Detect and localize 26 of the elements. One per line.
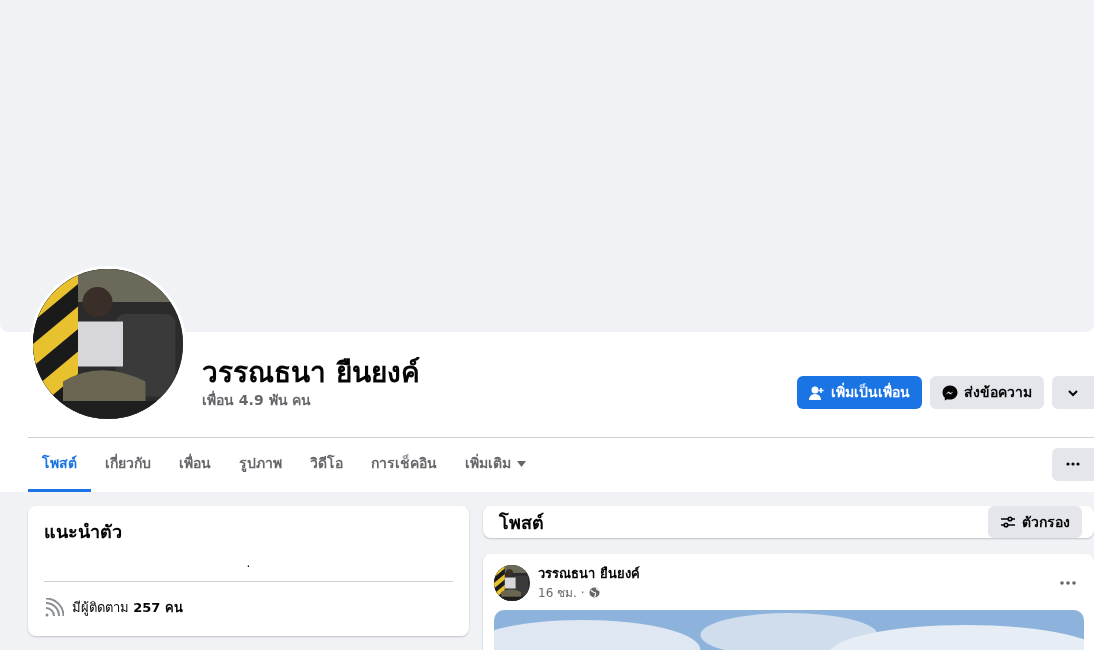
card-title: โพสต์ <box>499 510 544 535</box>
more-icon <box>1066 462 1080 466</box>
messenger-icon <box>942 384 958 401</box>
add-friend-button[interactable]: เพิ่มเป็นเพื่อน <box>797 376 922 409</box>
chevron-down-icon <box>1067 388 1079 397</box>
profile-tab[interactable]: วิดีโอ <box>296 438 357 492</box>
card-title: แนะนำตัว <box>44 520 123 544</box>
bio-text: . <box>246 555 251 572</box>
more-icon[interactable] <box>1060 580 1076 585</box>
message-button[interactable]: ส่งข้อความ <box>930 376 1044 409</box>
profile-tab[interactable]: การเช็คอิน <box>357 438 451 492</box>
profile-tab[interactable]: เกี่ยวกับ <box>91 438 165 492</box>
profile-tab[interactable]: เพิ่มเติม <box>451 438 540 492</box>
filter-button[interactable]: ตัวกรอง <box>988 506 1082 538</box>
profile-tab[interactable]: รูปภาพ <box>225 438 296 492</box>
profile-tab[interactable]: เพื่อน <box>165 438 225 492</box>
profile-name: วรรณธนา ยืนยงค์ <box>202 356 420 390</box>
globe-icon <box>588 587 600 598</box>
post-time[interactable]: 16 ชม. · <box>538 583 585 602</box>
filter-icon <box>1000 515 1016 529</box>
more-options-button[interactable] <box>1052 447 1094 481</box>
feed-icon <box>44 598 64 618</box>
add-person-icon <box>809 385 825 400</box>
follower-count: มีผู้ติดตาม 257 คน <box>72 599 183 618</box>
friend-count[interactable]: เพื่อน 4.9 พัน คน <box>202 389 420 411</box>
author-name[interactable]: วรรณธนา ยืนยงค์ <box>538 564 640 584</box>
